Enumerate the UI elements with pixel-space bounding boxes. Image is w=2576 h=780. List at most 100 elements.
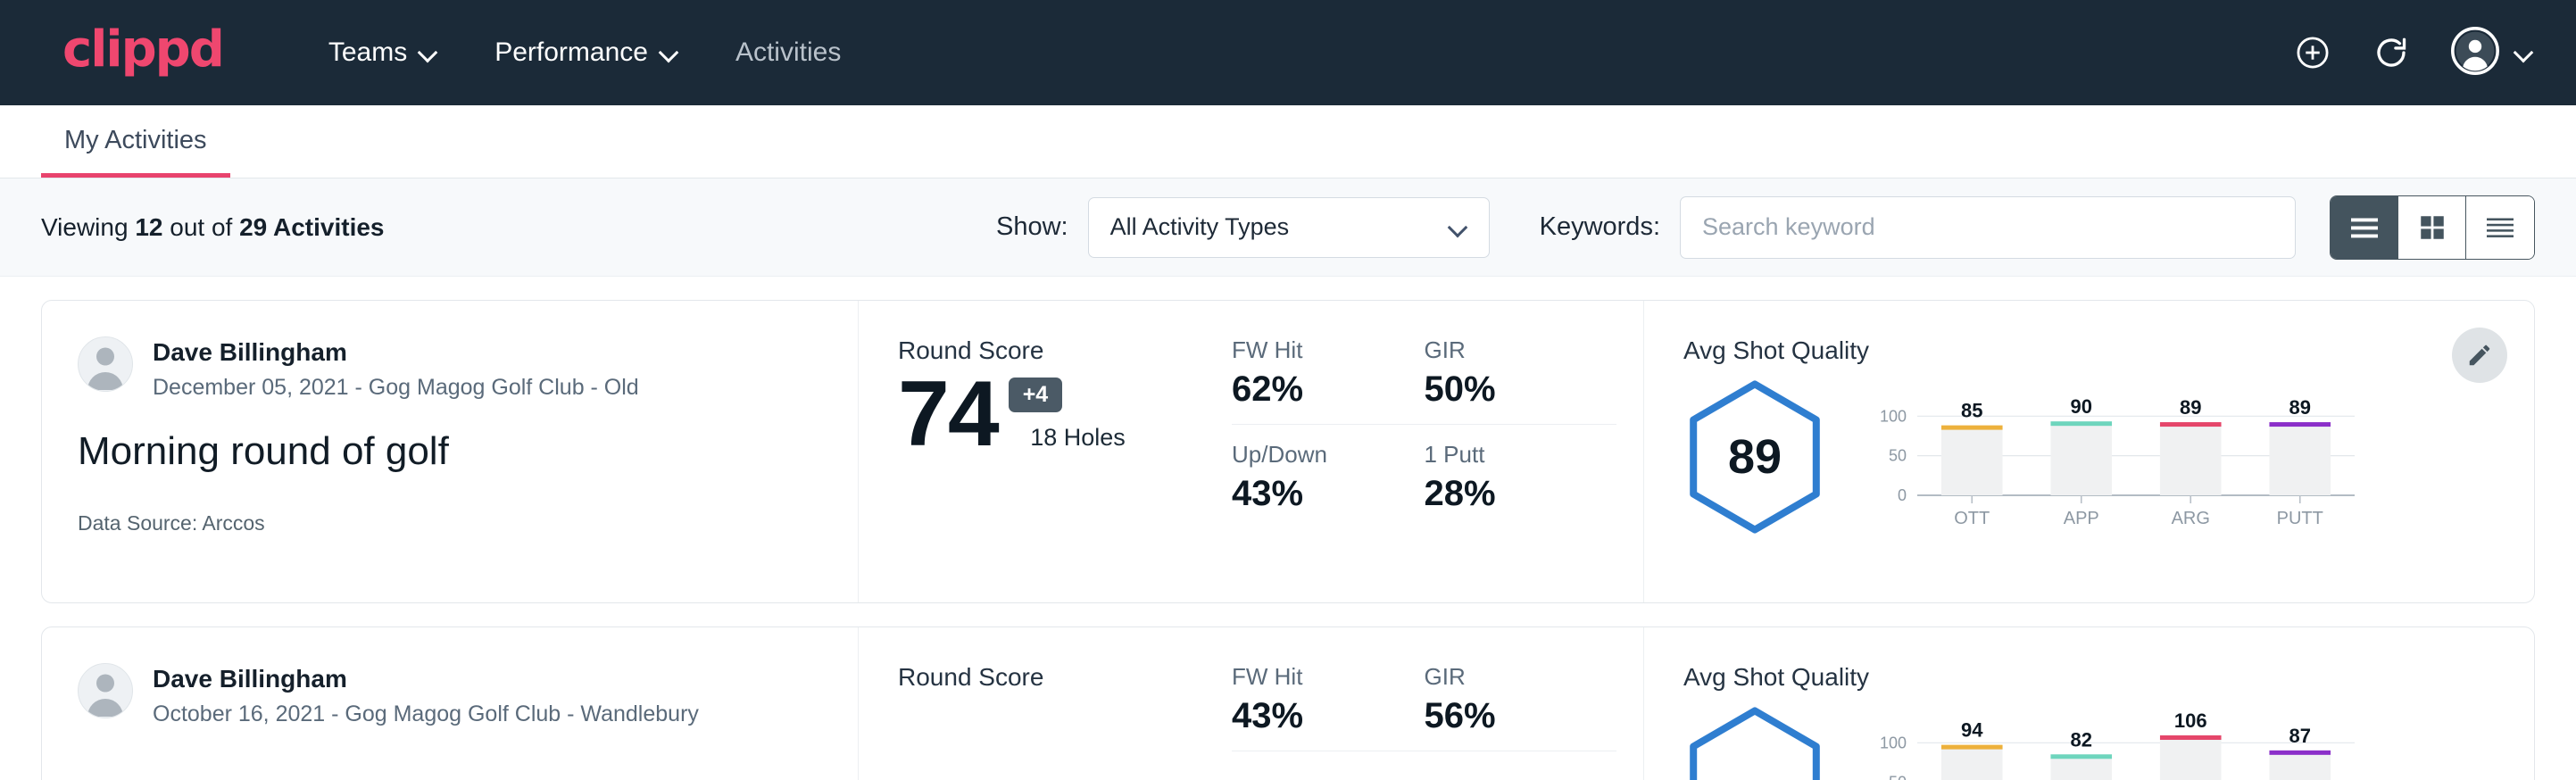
app-header: clippd Teams Performance Activities <box>0 0 2576 105</box>
score-differential-badge: +4 <box>1009 378 1063 412</box>
refresh-icon[interactable] <box>2372 34 2410 71</box>
activity-summary: Dave Billingham December 05, 2021 - Gog … <box>42 301 859 602</box>
activity-meta: December 05, 2021 - Gog Magog Golf Club … <box>153 375 639 401</box>
avg-shot-quality-block: Avg Shot Quality 05010094OTT82APP106ARG8… <box>1644 627 2534 780</box>
activity-type-select[interactable]: All Activity Types <box>1088 197 1490 258</box>
avatar <box>78 663 133 718</box>
svg-text:0: 0 <box>1898 486 1907 504</box>
tab-strip: My Activities <box>0 105 2576 178</box>
stat-one-putt: 1 Putt 28% <box>1425 425 1617 514</box>
svg-text:82: 82 <box>2071 728 2092 751</box>
activity-author: Dave Billingham October 16, 2021 - Gog M… <box>78 663 820 727</box>
nav-item-activities[interactable]: Activities <box>707 29 869 77</box>
stat-value: 62% <box>1232 369 1398 410</box>
edit-activity-button[interactable] <box>2452 328 2507 383</box>
view-mode-toggle-group <box>2330 195 2535 260</box>
stat-label: GIR <box>1425 336 1591 364</box>
search-input[interactable] <box>1680 196 2296 259</box>
account-menu[interactable] <box>2451 27 2533 79</box>
avg-shot-quality-body: 89 05010085OTT90APP89ARG89PUTT <box>1683 374 2445 539</box>
svg-text:87: 87 <box>2289 725 2311 747</box>
activity-stats: FW Hit 62% GIR 50% Up/Down 43% 1 Putt 28… <box>1216 301 1644 602</box>
nav-item-teams[interactable]: Teams <box>300 29 466 77</box>
clippd-logo[interactable]: clippd <box>62 25 223 80</box>
svg-text:100: 100 <box>1880 734 1907 751</box>
activity-summary: Dave Billingham October 16, 2021 - Gog M… <box>42 627 859 780</box>
stat-value: 43% <box>1232 696 1398 736</box>
header-actions <box>2294 27 2533 79</box>
svg-text:50: 50 <box>1889 774 1907 780</box>
nav-item-performance-label: Performance <box>494 37 648 68</box>
stat-fw-hit: FW Hit 43% <box>1232 663 1425 751</box>
add-circle-icon[interactable] <box>2294 34 2331 71</box>
grid-view-toggle[interactable] <box>2398 196 2466 259</box>
list-view-toggle[interactable] <box>2331 196 2398 259</box>
viewing-mid: out of <box>162 213 239 241</box>
stats-grid: FW Hit 62% GIR 50% Up/Down 43% 1 Putt 28… <box>1232 336 1616 514</box>
activity-card[interactable]: Dave Billingham December 05, 2021 - Gog … <box>41 300 2535 603</box>
nav-item-performance[interactable]: Performance <box>466 29 707 77</box>
avg-shot-quality-body: 05010094OTT82APP106ARG87PUTT <box>1683 701 2445 780</box>
avatar <box>78 336 133 392</box>
filter-bar: Viewing 12 out of 29 Activities Show: Al… <box>0 178 2576 277</box>
stat-gir: GIR 50% <box>1425 336 1617 425</box>
activity-meta: October 16, 2021 - Gog Magog Golf Club -… <box>153 701 699 727</box>
svg-text:OTT: OTT <box>1954 509 1990 528</box>
stat-label: GIR <box>1425 663 1591 691</box>
svg-text:89: 89 <box>2289 396 2311 419</box>
round-score-block: Round Score <box>859 627 1216 780</box>
holes-played: 18 Holes <box>1030 424 1126 459</box>
show-label: Show: <box>996 212 1068 242</box>
tab-my-activities[interactable]: My Activities <box>41 126 230 178</box>
svg-text:94: 94 <box>1961 719 1983 742</box>
viewing-suffix: Activities <box>267 213 384 241</box>
shot-quality-bar-chart: 05010085OTT90APP89ARG89PUTT <box>1862 374 2362 539</box>
stat-label: 1 Putt <box>1425 441 1591 469</box>
stat-label: Up/Down <box>1232 441 1398 469</box>
author-name: Dave Billingham <box>153 663 699 694</box>
viewing-total: 29 <box>239 213 267 241</box>
quality-hexagon: 89 <box>1683 378 1826 535</box>
activity-type-select-value: All Activity Types <box>1110 213 1290 241</box>
compact-view-toggle[interactable] <box>2466 196 2534 259</box>
round-score-value: 74 <box>898 370 998 459</box>
avg-shot-quality-label: Avg Shot Quality <box>1683 336 2445 365</box>
stat-value: 28% <box>1425 474 1591 514</box>
account-avatar-icon <box>2451 27 2499 79</box>
activity-stats: FW Hit 43% GIR 56% <box>1216 627 1644 780</box>
round-score-row: 74 +4 18 Holes <box>898 370 1216 459</box>
stat-value: 56% <box>1425 696 1591 736</box>
stat-label: FW Hit <box>1232 336 1398 364</box>
svg-text:89: 89 <box>2180 396 2201 419</box>
quality-value: 89 <box>1683 378 1826 535</box>
svg-text:106: 106 <box>2174 709 2207 732</box>
stats-grid: FW Hit 43% GIR 56% <box>1232 663 1616 751</box>
activity-title: Morning round of golf <box>78 429 820 474</box>
viewing-count: 12 <box>135 213 162 241</box>
stat-up-down: Up/Down 43% <box>1232 425 1425 514</box>
stat-value: 50% <box>1425 369 1591 410</box>
chevron-down-icon <box>420 44 437 62</box>
round-score-label: Round Score <box>898 336 1216 365</box>
svg-text:100: 100 <box>1880 407 1907 425</box>
main-nav: Teams Performance Activities <box>300 29 869 77</box>
activity-card[interactable]: Dave Billingham October 16, 2021 - Gog M… <box>41 626 2535 780</box>
quality-hexagon <box>1683 705 1826 780</box>
nav-item-teams-label: Teams <box>328 37 407 68</box>
activity-data-source: Data Source: Arccos <box>78 511 820 535</box>
chevron-down-icon <box>661 44 678 62</box>
stat-fw-hit: FW Hit 62% <box>1232 336 1425 425</box>
author-text: Dave Billingham October 16, 2021 - Gog M… <box>153 663 699 727</box>
round-score-label: Round Score <box>898 663 1216 692</box>
viewing-prefix: Viewing <box>41 213 135 241</box>
stat-value: 43% <box>1232 474 1398 514</box>
stat-gir: GIR 56% <box>1425 663 1617 751</box>
quality-value <box>1683 705 1826 780</box>
svg-text:90: 90 <box>2071 395 2092 418</box>
avg-shot-quality-block: Avg Shot Quality 89 05010085OTT90APP89AR… <box>1644 301 2534 602</box>
shot-quality-bar-chart: 05010094OTT82APP106ARG87PUTT <box>1862 701 2362 780</box>
chevron-down-icon <box>2515 44 2533 62</box>
activity-list: Dave Billingham December 05, 2021 - Gog … <box>0 277 2576 780</box>
author-text: Dave Billingham December 05, 2021 - Gog … <box>153 336 639 401</box>
round-score-block: Round Score 74 +4 18 Holes <box>859 301 1216 602</box>
